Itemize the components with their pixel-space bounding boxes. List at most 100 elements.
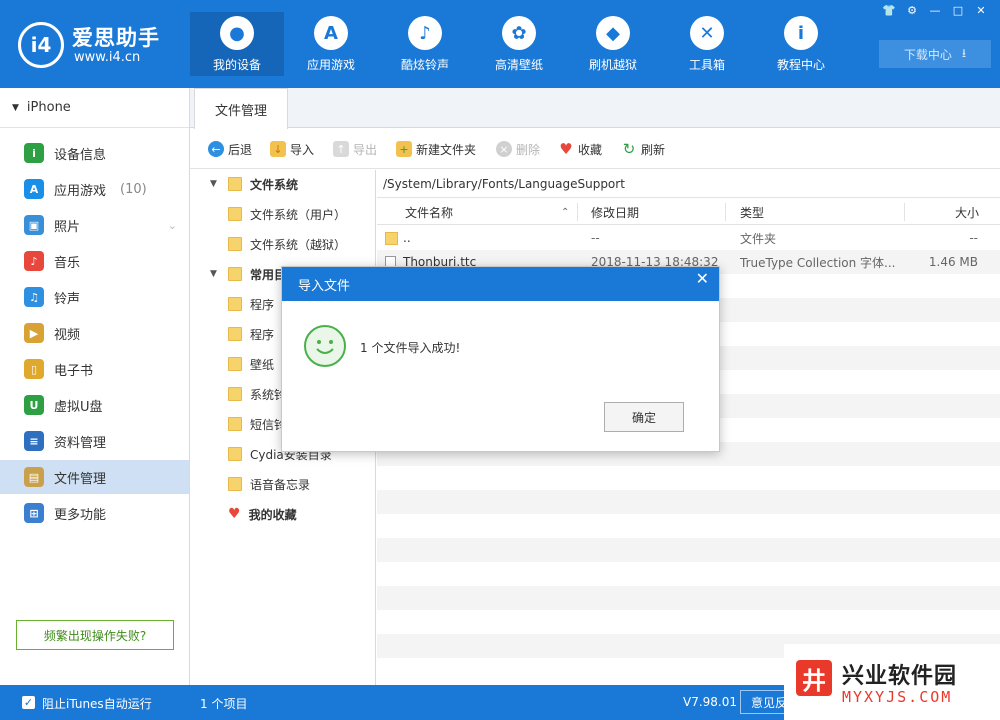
sidebar-item-label: 视频 <box>54 327 81 343</box>
delete-label: 删除 <box>516 142 541 157</box>
export-button[interactable]: ↑ 导出 <box>333 139 377 159</box>
table-row <box>377 490 1000 514</box>
export-label: 导出 <box>353 142 378 157</box>
smiley-success-icon <box>304 325 346 367</box>
dialog-title: 导入文件 <box>298 278 351 294</box>
sidebar-item-8[interactable]: ≡ 资料管理 <box>0 424 189 458</box>
caret-down-icon[interactable]: ▼ <box>210 179 220 189</box>
close-icon[interactable]: ✕ <box>696 269 709 288</box>
top-header: i4 爱思助手 www.i4.cn ● 我的设备 A 应用游戏 ♪ 酷炫铃声 ✿ 高清壁纸 ◆ 刷… <box>0 0 1000 88</box>
tree-item[interactable]: ▼ 常用目 <box>210 260 286 288</box>
sidebar-item-0[interactable]: i 设备信息 <box>0 136 189 170</box>
sidebar-item-9[interactable]: ▤ 文件管理 <box>0 460 189 494</box>
sidebar-item-5[interactable]: ▶ 视频 <box>0 316 189 350</box>
tree-item[interactable]: 文件系统（越狱） <box>228 230 346 258</box>
caret-down-icon[interactable]: ▼ <box>210 269 220 279</box>
refresh-icon: ↻ <box>622 140 636 158</box>
col-date-header[interactable]: 修改日期 <box>591 199 639 225</box>
back-button[interactable]: ← 后退 <box>208 139 252 159</box>
bell-icon: ♫ <box>24 287 44 307</box>
version-label: V7.98.01 <box>683 695 738 709</box>
tree-item[interactable]: 壁纸 <box>228 350 274 378</box>
download-center-button[interactable]: 下载中心 ⭳ <box>879 40 991 68</box>
col-divider <box>725 203 726 221</box>
col-type-header[interactable]: 类型 <box>740 199 764 225</box>
tree-item[interactable]: 程序 <box>228 320 274 348</box>
sidebar-item-4[interactable]: ♫ 铃声 <box>0 280 189 314</box>
tree-item[interactable]: 程序 <box>228 290 274 318</box>
skin-icon[interactable]: 👕 <box>880 4 898 18</box>
chevron-down-icon[interactable]: ⌄ <box>168 219 177 232</box>
nav-tab-4[interactable]: ◆ 刷机越狱 <box>566 12 660 76</box>
nav-tab-label: 工具箱 <box>688 58 725 72</box>
sidebar-item-label: 音乐 <box>54 255 81 271</box>
tree-item[interactable]: 系统铃 <box>228 380 286 408</box>
watermark-url: MYXYJS.COM <box>842 688 953 706</box>
sidebar-item-1[interactable]: A 应用游戏 (10) <box>0 172 189 206</box>
tree-item[interactable]: 语音备忘录 <box>228 470 310 498</box>
favorite-button[interactable]: ♥ 收藏 <box>558 139 602 159</box>
tree-item-label: 壁纸 <box>250 357 275 372</box>
logo-mark: i4 <box>18 22 64 68</box>
nav-tab-3[interactable]: ✿ 高清壁纸 <box>472 12 566 76</box>
maximize-icon[interactable]: □ <box>949 4 967 18</box>
sidebar-item-7[interactable]: U 虚拟U盘 <box>0 388 189 422</box>
delete-button[interactable]: × 删除 <box>496 139 540 159</box>
settings-icon[interactable]: ⚙ <box>903 4 921 18</box>
import-button[interactable]: ↓ 导入 <box>270 139 314 159</box>
delete-icon: × <box>496 141 512 157</box>
back-label: 后退 <box>228 142 253 157</box>
sidebar-item-10[interactable]: ⊞ 更多功能 <box>0 496 189 530</box>
back-arrow-icon: ← <box>208 141 224 157</box>
tree-item-label: 程序 <box>250 327 275 342</box>
table-row[interactable]: .. -- 文件夹 -- <box>377 226 1000 250</box>
nav-tab-label: 我的设备 <box>212 58 261 72</box>
watermark-logo-icon: 井 <box>796 660 832 696</box>
help-button[interactable]: 频繁出现操作失败? <box>16 620 174 650</box>
nav-tab-label: 高清壁纸 <box>494 58 543 72</box>
col-name-header[interactable]: 文件名称 <box>405 199 453 225</box>
nav-tab-label: 应用游戏 <box>306 58 355 72</box>
sidebar-item-3[interactable]: ♪ 音乐 <box>0 244 189 278</box>
refresh-button[interactable]: ↻ 刷新 <box>621 139 665 159</box>
flower-icon: ✿ <box>502 16 536 50</box>
sidebar-item-6[interactable]: ▯ 电子书 <box>0 352 189 386</box>
tab-file-manager[interactable]: 文件管理 <box>194 88 288 129</box>
nav-tab-1[interactable]: A 应用游戏 <box>284 12 378 76</box>
tree-item[interactable]: 文件系统（用户） <box>228 200 346 228</box>
new-folder-button[interactable]: + 新建文件夹 <box>396 139 476 159</box>
watermark: 井 兴业软件园 MYXYJS.COM <box>784 644 1000 720</box>
tree-item[interactable]: ▼ 文件系统 <box>210 170 298 198</box>
itunes-block-checkbox[interactable]: ✓ <box>22 696 35 709</box>
nav-tab-2[interactable]: ♪ 酷炫铃声 <box>378 12 472 76</box>
dialog-header: 导入文件 ✕ <box>282 267 719 301</box>
files-icon: ▤ <box>24 467 44 487</box>
sidebar-item-label: 照片 <box>54 219 81 235</box>
nav-tab-6[interactable]: i 教程中心 <box>754 12 848 76</box>
tree-item-label: 语音备忘录 <box>250 477 311 492</box>
contacts-icon: ≡ <box>24 431 44 451</box>
ok-button[interactable]: 确定 <box>604 402 684 432</box>
favorite-label: 收藏 <box>578 142 603 157</box>
app-store-icon: A <box>24 179 44 199</box>
nav-tab-5[interactable]: ✕ 工具箱 <box>660 12 754 76</box>
export-icon: ↑ <box>333 141 349 157</box>
tree-item[interactable]: ♥ 我的收藏 <box>210 500 297 528</box>
sidebar-item-label: 虚拟U盘 <box>54 399 103 415</box>
tree-item[interactable]: 短信铃 <box>228 410 286 438</box>
new-folder-icon: + <box>396 141 412 157</box>
close-icon[interactable]: ✕ <box>972 4 990 18</box>
caret-down-icon: ▼ <box>12 102 19 113</box>
nav-tab-0[interactable]: ● 我的设备 <box>190 12 284 76</box>
col-size-header[interactable]: 大小 <box>955 199 979 225</box>
folder-icon <box>228 357 242 371</box>
download-center-label: 下载中心 <box>903 47 952 62</box>
sidebar-item-label: 设备信息 <box>54 147 107 163</box>
sidebar: ▼ iPhone i 设备信息 A 应用游戏 (10) ▣ 照片 ⌄ ♪ 音乐 ♫ 铃声 ▶ 视频 ▯ 电子书… <box>0 88 190 685</box>
info-icon: i <box>784 16 818 50</box>
minimize-icon[interactable]: — <box>926 4 944 18</box>
sidebar-item-2[interactable]: ▣ 照片 ⌄ <box>0 208 189 242</box>
sort-up-icon: ⌃ <box>561 206 570 218</box>
device-selector[interactable]: ▼ iPhone <box>0 88 189 128</box>
import-label: 导入 <box>290 142 315 157</box>
